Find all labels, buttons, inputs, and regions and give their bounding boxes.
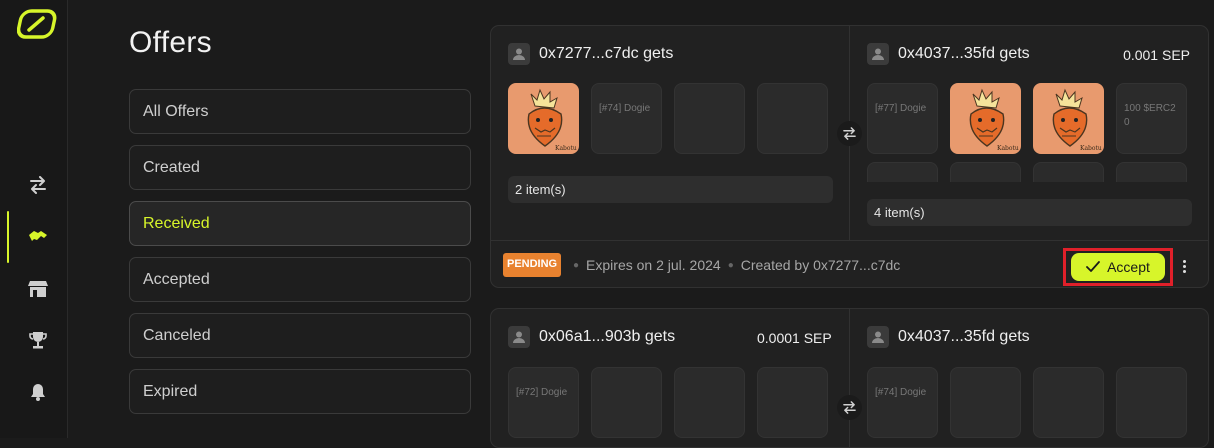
offer-party-right: 0x4037...35fd gets xyxy=(867,326,1030,348)
filter-accepted[interactable]: Accepted xyxy=(129,257,471,302)
nft-tile-placeholder xyxy=(757,83,828,154)
nft-tile-placeholder xyxy=(674,83,745,154)
nft-tile[interactable]: Kabotu xyxy=(1033,83,1104,154)
expiry-text: Expires on 2 jul. 2024 xyxy=(586,257,721,273)
item-count: 4 item(s) xyxy=(867,199,1192,226)
page-title: Offers xyxy=(129,26,212,59)
accept-label: Accept xyxy=(1107,259,1150,275)
trophy-icon[interactable] xyxy=(22,324,54,356)
carrot-character-image: Kabotu xyxy=(951,84,1020,153)
nft-tile[interactable]: [#74] Dogie xyxy=(867,367,938,438)
filter-created[interactable]: Created xyxy=(129,145,471,190)
token-amount: 0.001 SEP xyxy=(1123,47,1190,63)
card-divider xyxy=(849,309,850,447)
offer-card: 0x7277...c7dc gets Kabotu [#74] Dogie 2 … xyxy=(490,25,1209,288)
accept-button[interactable]: Accept xyxy=(1071,253,1165,281)
swap-icon xyxy=(837,395,862,420)
svg-text:Kabotu: Kabotu xyxy=(997,145,1019,152)
offer-card: 0x06a1...903b gets 0.0001 SEP [#72] Dogi… xyxy=(490,308,1209,448)
sidebar xyxy=(0,0,68,438)
nft-tile-placeholder xyxy=(1116,162,1187,182)
store-icon[interactable] xyxy=(22,273,54,305)
nft-tile-placeholder xyxy=(1033,367,1104,438)
nft-tile[interactable]: [#74] Dogie xyxy=(591,83,662,154)
nft-tile-placeholder xyxy=(757,367,828,438)
nft-tile[interactable]: Kabotu xyxy=(950,83,1021,154)
nft-tile-placeholder xyxy=(674,367,745,438)
item-count: 2 item(s) xyxy=(508,176,833,203)
tile-row-overflow xyxy=(867,162,1197,182)
nft-tile-placeholder xyxy=(591,367,662,438)
carrot-character-image: Kabotu xyxy=(1034,84,1103,153)
svg-text:Kabotu: Kabotu xyxy=(1080,145,1102,152)
nft-tile[interactable]: Kabotu xyxy=(508,83,579,154)
filter-expired[interactable]: Expired xyxy=(129,369,471,414)
nft-tile-placeholder xyxy=(950,162,1021,182)
filter-all-offers[interactable]: All Offers xyxy=(129,89,471,134)
nft-tile-placeholder xyxy=(867,162,938,182)
checkmark-icon xyxy=(1086,261,1100,272)
separator-dot: ● xyxy=(727,259,734,271)
swap-icon xyxy=(837,121,862,146)
token-amount: 0.0001 SEP xyxy=(757,330,832,346)
nft-tile[interactable]: 100 $ERC20 xyxy=(1116,83,1187,154)
offer-party-right: 0x4037...35fd gets xyxy=(867,43,1030,65)
more-options-icon[interactable] xyxy=(1179,255,1189,277)
offer-meta: ● Expires on 2 jul. 2024 ● Created by 0x… xyxy=(573,257,900,273)
user-icon xyxy=(508,326,530,348)
status-badge: PENDING xyxy=(503,253,562,277)
offer-footer: PENDING ● Expires on 2 jul. 2024 ● Creat… xyxy=(491,240,1208,287)
active-nav-indicator xyxy=(7,211,9,263)
party-label: 0x7277...c7dc gets xyxy=(539,45,674,62)
nft-tile-placeholder xyxy=(1033,162,1104,182)
nft-tile-placeholder xyxy=(1116,367,1187,438)
swap-icon[interactable] xyxy=(22,169,54,201)
offer-party-left: 0x06a1...903b gets xyxy=(508,326,675,348)
logo-icon[interactable] xyxy=(16,8,57,40)
svg-text:Kabotu: Kabotu xyxy=(555,145,577,152)
creator-text: Created by 0x7277...c7dc xyxy=(740,257,901,273)
nft-tile-placeholder xyxy=(950,367,1021,438)
filter-received[interactable]: Received xyxy=(129,201,471,246)
party-label: 0x4037...35fd gets xyxy=(898,45,1030,62)
offer-party-left: 0x7277...c7dc gets xyxy=(508,43,673,65)
filter-canceled[interactable]: Canceled xyxy=(129,313,471,358)
handshake-icon[interactable] xyxy=(22,221,54,253)
separator-dot: ● xyxy=(573,259,580,271)
nft-tile[interactable]: [#72] Dogie xyxy=(508,367,579,438)
party-label: 0x06a1...903b gets xyxy=(539,328,676,345)
carrot-character-image: Kabotu xyxy=(509,84,578,153)
user-icon xyxy=(867,326,889,348)
nft-tile[interactable]: [#77] Dogie xyxy=(867,83,938,154)
user-icon xyxy=(508,43,530,65)
bell-icon[interactable] xyxy=(22,376,54,408)
user-icon xyxy=(867,43,889,65)
party-label: 0x4037...35fd gets xyxy=(898,328,1030,345)
